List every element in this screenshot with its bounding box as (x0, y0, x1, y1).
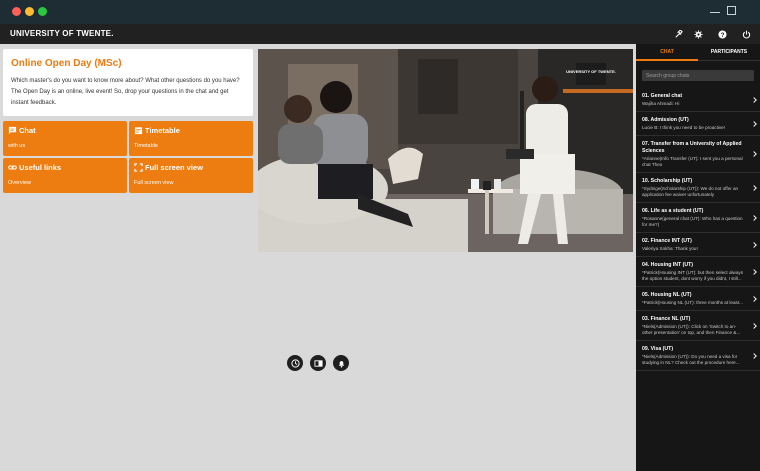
notifications-button[interactable] (333, 355, 349, 371)
chevron-right-icon (751, 268, 757, 275)
group-title: 09. Visa (UT) (642, 346, 674, 352)
group-last-message: *Patrick(Housing INT (UT): but then sele… (642, 270, 744, 281)
link-icon (8, 165, 17, 170)
group-title: 08. Admission (UT) (642, 117, 689, 123)
brand-logo: UNIVERSITY OF TWENTE. (10, 29, 114, 38)
chevron-right-icon (751, 96, 757, 103)
group-last-message: *Niels(Admission (UT)): Click on 'Switch… (642, 324, 741, 335)
studio-logo-text: UNIVERSITY OF TWENTE. (566, 69, 616, 74)
group-last-message: Valeriya Sokha: Thank you! (642, 246, 698, 251)
group-last-message: *Rosanne(general chat (UT): Who has a qu… (642, 216, 743, 227)
close-window-button[interactable] (12, 7, 21, 16)
full-screen-tile-subtitle: Full screen view (134, 180, 174, 186)
group-chat-item[interactable]: 08. Admission (UT) Lucie B: I think you … (636, 112, 760, 136)
group-title: 06. Life as a student (UT) (642, 208, 704, 214)
chevron-right-icon (751, 241, 757, 248)
chevron-right-icon (751, 120, 757, 127)
tab-chat[interactable]: CHAT (636, 49, 698, 55)
chevron-right-icon (751, 322, 757, 329)
zoom-window-button[interactable] (38, 7, 47, 16)
chevron-right-icon (751, 151, 757, 157)
group-chat-item[interactable]: 09. Visa (UT) *Niels(Admission (UT)): Do… (636, 341, 760, 371)
useful-links-tile-title: Useful links (19, 163, 62, 172)
bell-icon (338, 360, 344, 368)
video-frame: UNIVERSITY OF TWENTE. (258, 49, 633, 252)
group-chat-item[interactable]: 03. Finance NL (UT) *Niels(Admission (UT… (636, 311, 760, 341)
group-last-message: *Arianne(Info Transfer (UT): I sent you … (642, 156, 743, 167)
power-icon[interactable] (739, 27, 753, 41)
group-title: 04. Housing INT (UT) (642, 262, 694, 268)
group-last-message: *Sydnige(Scholarship (UT)): We do not of… (642, 186, 739, 197)
chevron-right-icon (751, 214, 757, 221)
group-title: 02. Finance INT (UT) (642, 238, 692, 244)
gear-icon[interactable] (691, 27, 705, 41)
full-screen-tile-title: Full screen view (145, 163, 203, 172)
chevron-right-icon (751, 295, 757, 302)
svg-text:?: ? (720, 31, 724, 38)
group-chat-item[interactable]: 02. Finance INT (UT) Valeriya Sokha: Tha… (636, 233, 760, 257)
group-chat-item[interactable]: 05. Housing NL (UT) *Patrick(Housing NL … (636, 287, 760, 311)
minimize-window-button[interactable] (25, 7, 34, 16)
group-last-message: Wajiha Ahmadi: Hi (642, 101, 680, 106)
group-title: 05. Housing NL (UT) (642, 292, 692, 298)
event-info-card: Online Open Day (MSc) Which master's do … (3, 49, 253, 116)
group-title: 07. Transfer from a University of Applie… (642, 141, 742, 154)
useful-links-tile[interactable]: Useful links Overview (3, 158, 127, 193)
chat-tile-title: Chat (19, 126, 36, 135)
chevron-right-icon (751, 352, 757, 359)
event-description: Which master's do you want to know more … (11, 78, 240, 106)
chat-icon (8, 126, 17, 135)
window-titlebar (0, 0, 760, 24)
group-title: 10. Scholarship (UT) (642, 178, 693, 184)
app-header: UNIVERSITY OF TWENTE. ? (0, 24, 760, 44)
event-title: Online Open Day (MSc) (11, 58, 122, 69)
group-chat-item[interactable]: 10. Scholarship (UT) *Sydnige(Scholarshi… (636, 173, 760, 203)
chat-tile[interactable]: Chat with us (3, 121, 127, 156)
maximize-icon[interactable] (727, 6, 736, 15)
timetable-tile-subtitle: Timetable (134, 143, 158, 149)
clock-icon (290, 358, 300, 368)
tab-participants[interactable]: PARTICIPANTS (698, 49, 760, 55)
group-chat-item[interactable]: 04. Housing INT (UT) *Patrick(Housing IN… (636, 257, 760, 287)
useful-links-tile-subtitle: Overview (8, 180, 31, 186)
group-last-message: *Niels(Admission (UT)): Do you need a vi… (642, 354, 740, 365)
group-chat-item[interactable]: 06. Life as a student (UT) *Rosanne(gene… (636, 203, 760, 233)
group-last-message: Lucie B: I think you need to be proactiv… (642, 125, 725, 130)
group-last-message: *Patrick(Housing NL (UT): three months a… (642, 300, 743, 305)
panel-tabs: CHAT PARTICIPANTS (636, 44, 760, 61)
group-chat-item[interactable]: 07. Transfer from a University of Applie… (636, 136, 760, 173)
live-video-stream[interactable]: UNIVERSITY OF TWENTE. (258, 49, 633, 252)
calendar-icon (134, 127, 143, 135)
active-tab-indicator (636, 59, 698, 61)
schedule-button[interactable] (287, 355, 303, 371)
group-chat-list: 01. General chat Wajiha Ahmadi: Hi 08. A… (636, 88, 760, 371)
timetable-tile-title: Timetable (145, 126, 180, 135)
minimize-icon[interactable] (710, 4, 720, 13)
chevron-right-icon (751, 184, 757, 191)
hammer-icon[interactable] (671, 27, 685, 41)
group-chat-item[interactable]: 01. General chat Wajiha Ahmadi: Hi (636, 88, 760, 112)
group-title: 01. General chat (642, 93, 683, 99)
timetable-tile[interactable]: Timetable Timetable (129, 121, 253, 156)
chat-tile-subtitle: with us (8, 143, 26, 149)
help-icon[interactable]: ? (715, 27, 729, 41)
full-screen-tile[interactable]: Full screen view Full screen view (129, 158, 253, 193)
video-layout-icon (313, 359, 323, 367)
video-layout-button[interactable] (310, 355, 326, 371)
group-title: 03. Finance NL (UT) (642, 316, 691, 322)
group-chat-search-input[interactable] (642, 70, 754, 81)
fullscreen-icon (134, 163, 143, 172)
